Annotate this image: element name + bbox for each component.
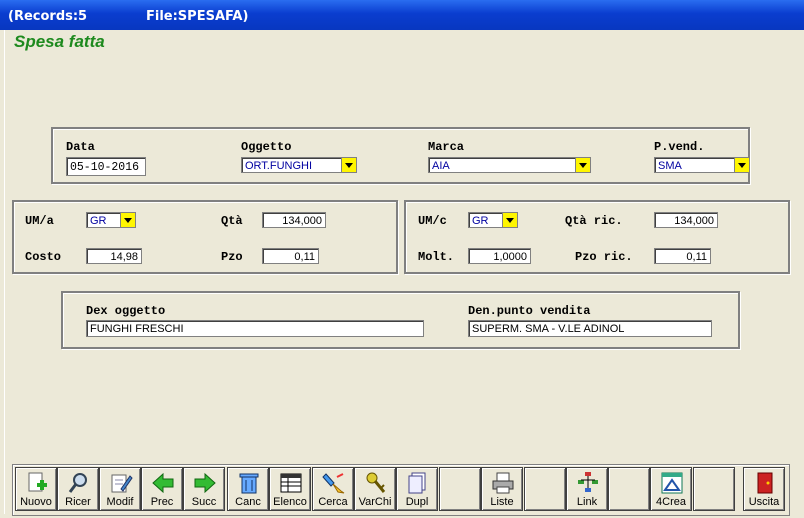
modif-label: Modif [106, 496, 134, 508]
dex-field[interactable]: FUNGHI FRESCHI [86, 320, 424, 337]
pzo-field[interactable]: 0,11 [262, 248, 319, 264]
records-count: (Records:5 [8, 9, 88, 24]
crea-label: 4Crea [656, 496, 686, 508]
costo-label: Costo [25, 250, 62, 264]
exit-door-icon [757, 472, 773, 494]
qta-field[interactable]: 134,000 [262, 212, 326, 228]
empty-button-3[interactable] [608, 467, 650, 511]
oggetto-value: ORT.FUNGHI [245, 160, 313, 172]
dex-label: Dex oggetto [86, 304, 166, 318]
umc-value: GR [472, 215, 489, 227]
title-bar: (Records:5 File:SPESAFA) [0, 0, 804, 30]
search-brush-icon [322, 473, 345, 494]
new-doc-icon [28, 472, 47, 492]
qtaric-label: Qtà ric. [565, 214, 623, 228]
dupl-button[interactable]: Dupl [396, 467, 438, 511]
uma-combo[interactable]: GR [86, 212, 136, 228]
crea-icon [661, 472, 683, 494]
tree-icon [578, 472, 598, 492]
qta-label: Qtà [221, 214, 243, 228]
keys-icon [366, 472, 386, 493]
prec-button[interactable]: Prec [141, 467, 183, 511]
liste-button[interactable]: Liste [481, 467, 523, 511]
dupl-label: Dupl [405, 496, 429, 508]
link-button[interactable]: Link [566, 467, 608, 511]
arrow-left-icon [152, 472, 174, 494]
varchi-button[interactable]: VarChi [354, 467, 396, 511]
oggetto-label: Oggetto [241, 140, 292, 154]
umc-label: UM/c [418, 214, 447, 228]
uma-value: GR [90, 215, 107, 227]
den-field[interactable]: SUPERM. SMA - V.LE ADINOL [468, 320, 712, 337]
liste-label: Liste [490, 496, 514, 508]
list-icon [280, 473, 302, 493]
empty-button-4[interactable] [693, 467, 735, 511]
elenco-label: Elenco [273, 496, 307, 508]
pzoric-label: Pzo ric. [575, 250, 633, 264]
pvend-dropdown-icon[interactable] [734, 158, 749, 172]
data-field[interactable]: 05-10-2016 [66, 157, 146, 176]
nuovo-button[interactable]: Nuovo [15, 467, 57, 511]
arrow-right-icon [194, 472, 216, 494]
marca-label: Marca [428, 140, 465, 154]
duplicate-icon [408, 472, 426, 494]
umc-dropdown-icon[interactable] [502, 213, 517, 227]
edit-icon [111, 474, 133, 493]
den-label: Den.punto vendita [468, 304, 591, 318]
crea-button[interactable]: 4Crea [650, 467, 692, 511]
succ-label: Succ [191, 496, 217, 508]
form-title: Spesa fatta [14, 32, 105, 51]
empty-button-1[interactable] [439, 467, 481, 511]
prec-label: Prec [150, 496, 174, 508]
ricer-button[interactable]: Ricer [57, 467, 99, 511]
pvend-label: P.vend. [654, 140, 705, 154]
cerca-label: Cerca [318, 496, 348, 508]
trash-icon [239, 473, 259, 494]
ricer-label: Ricer [65, 496, 91, 508]
marca-dropdown-icon[interactable] [575, 158, 590, 172]
molt-label: Molt. [418, 250, 455, 264]
molt-field[interactable]: 1,0000 [468, 248, 531, 264]
oggetto-combo[interactable]: ORT.FUNGHI [241, 157, 357, 173]
acquisto-group [12, 200, 398, 274]
canc-label: Canc [235, 496, 261, 508]
varchi-label: VarChi [358, 496, 392, 508]
header-group [51, 127, 750, 184]
file-name: File:SPESAFA) [146, 9, 249, 24]
link-label: Link [576, 496, 598, 508]
printer-icon [492, 472, 514, 494]
costo-field[interactable]: 14,98 [86, 248, 142, 264]
marca-combo[interactable]: AIA [428, 157, 591, 173]
uscita-label: Uscita [748, 496, 780, 508]
canc-button[interactable]: Canc [227, 467, 269, 511]
pvend-value: SMA [658, 160, 682, 172]
qtaric-field[interactable]: 134,000 [654, 212, 718, 228]
magnifier-icon [68, 473, 87, 493]
elenco-button[interactable]: Elenco [269, 467, 311, 511]
pzo-label: Pzo [221, 250, 243, 264]
uscita-button[interactable]: Uscita [743, 467, 785, 511]
uma-dropdown-icon[interactable] [120, 213, 135, 227]
uma-label: UM/a [25, 214, 54, 228]
empty-button-2[interactable] [524, 467, 566, 511]
marca-value: AIA [432, 160, 450, 172]
pvend-combo[interactable]: SMA [654, 157, 750, 173]
oggetto-dropdown-icon[interactable] [341, 158, 356, 172]
pzoric-field[interactable]: 0,11 [654, 248, 711, 264]
umc-combo[interactable]: GR [468, 212, 518, 228]
modif-button[interactable]: Modif [99, 467, 141, 511]
data-label: Data [66, 140, 95, 154]
succ-button[interactable]: Succ [183, 467, 225, 511]
cerca-button[interactable]: Cerca [312, 467, 354, 511]
nuovo-label: Nuovo [20, 496, 52, 508]
